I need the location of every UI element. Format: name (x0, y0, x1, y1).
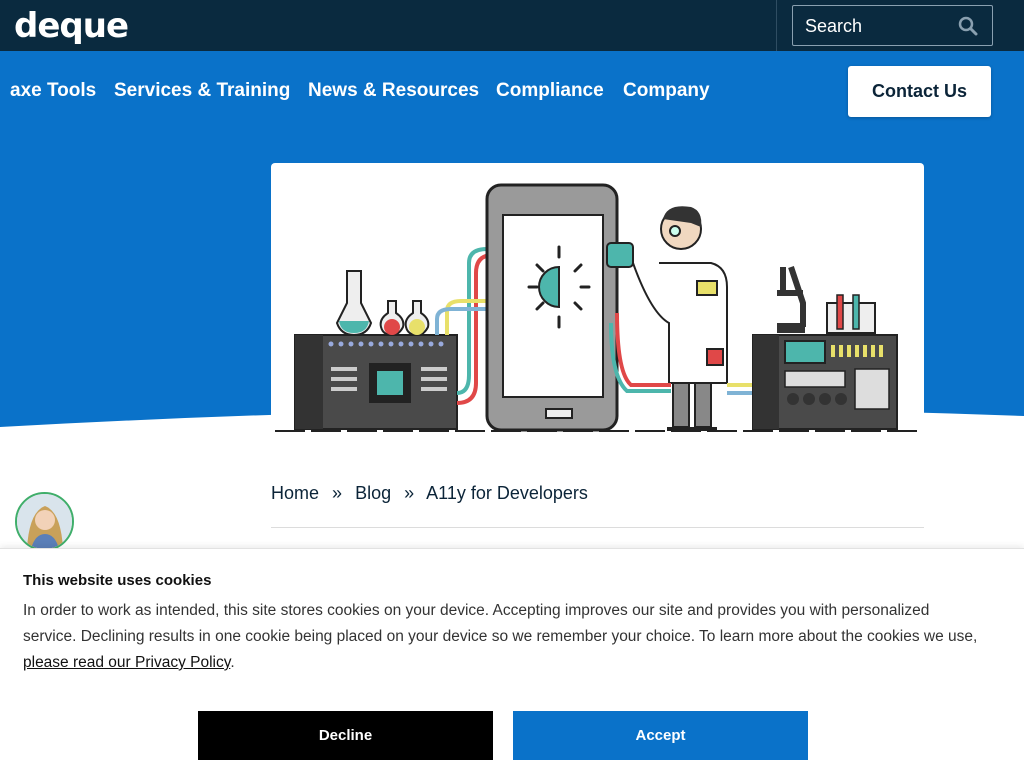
cookie-body: In order to work as intended, this site … (23, 602, 978, 645)
search-placeholder: Search (805, 16, 863, 36)
breadcrumb-separator: » (404, 483, 415, 503)
lab-illustration (275, 183, 921, 432)
avatar-image (17, 494, 72, 549)
nav-item-news-resources[interactable]: News & Resources (308, 80, 479, 102)
breadcrumb: Home » Blog » A11y for Developers (271, 483, 596, 504)
cookie-banner: This website uses cookies In order to wo… (0, 548, 1024, 768)
top-bar: deque Search (0, 0, 1024, 51)
deque-logo[interactable]: deque (14, 6, 129, 46)
breadcrumb-separator: » (332, 483, 343, 503)
main-nav: axe Tools Services & Training News & Res… (0, 51, 1024, 131)
search-input[interactable]: Search (792, 5, 993, 46)
nav-item-company[interactable]: Company (623, 80, 710, 102)
accept-button[interactable]: Accept (513, 711, 808, 760)
cookie-text: In order to work as intended, this site … (23, 598, 983, 676)
privacy-policy-link[interactable]: please read our Privacy Policy (23, 654, 230, 671)
cookie-link-suffix: . (230, 654, 235, 671)
decline-button[interactable]: Decline (198, 711, 493, 760)
author-avatar[interactable] (15, 492, 74, 551)
breadcrumb-blog[interactable]: Blog (355, 483, 391, 503)
logo-text: deque (14, 6, 129, 46)
nav-item-axe-tools[interactable]: axe Tools (10, 80, 96, 102)
nav-item-compliance[interactable]: Compliance (496, 80, 604, 102)
hero-section (0, 131, 1024, 451)
hero-illustration-card (271, 163, 924, 435)
cookie-title: This website uses cookies (23, 572, 212, 589)
contact-us-button[interactable]: Contact Us (848, 66, 991, 117)
breadcrumb-current[interactable]: A11y for Developers (426, 483, 588, 503)
nav-item-services-training[interactable]: Services & Training (114, 80, 290, 102)
breadcrumb-home[interactable]: Home (271, 483, 319, 503)
topbar-divider (776, 0, 777, 51)
breadcrumb-divider (271, 527, 924, 528)
search-icon[interactable] (958, 16, 978, 36)
